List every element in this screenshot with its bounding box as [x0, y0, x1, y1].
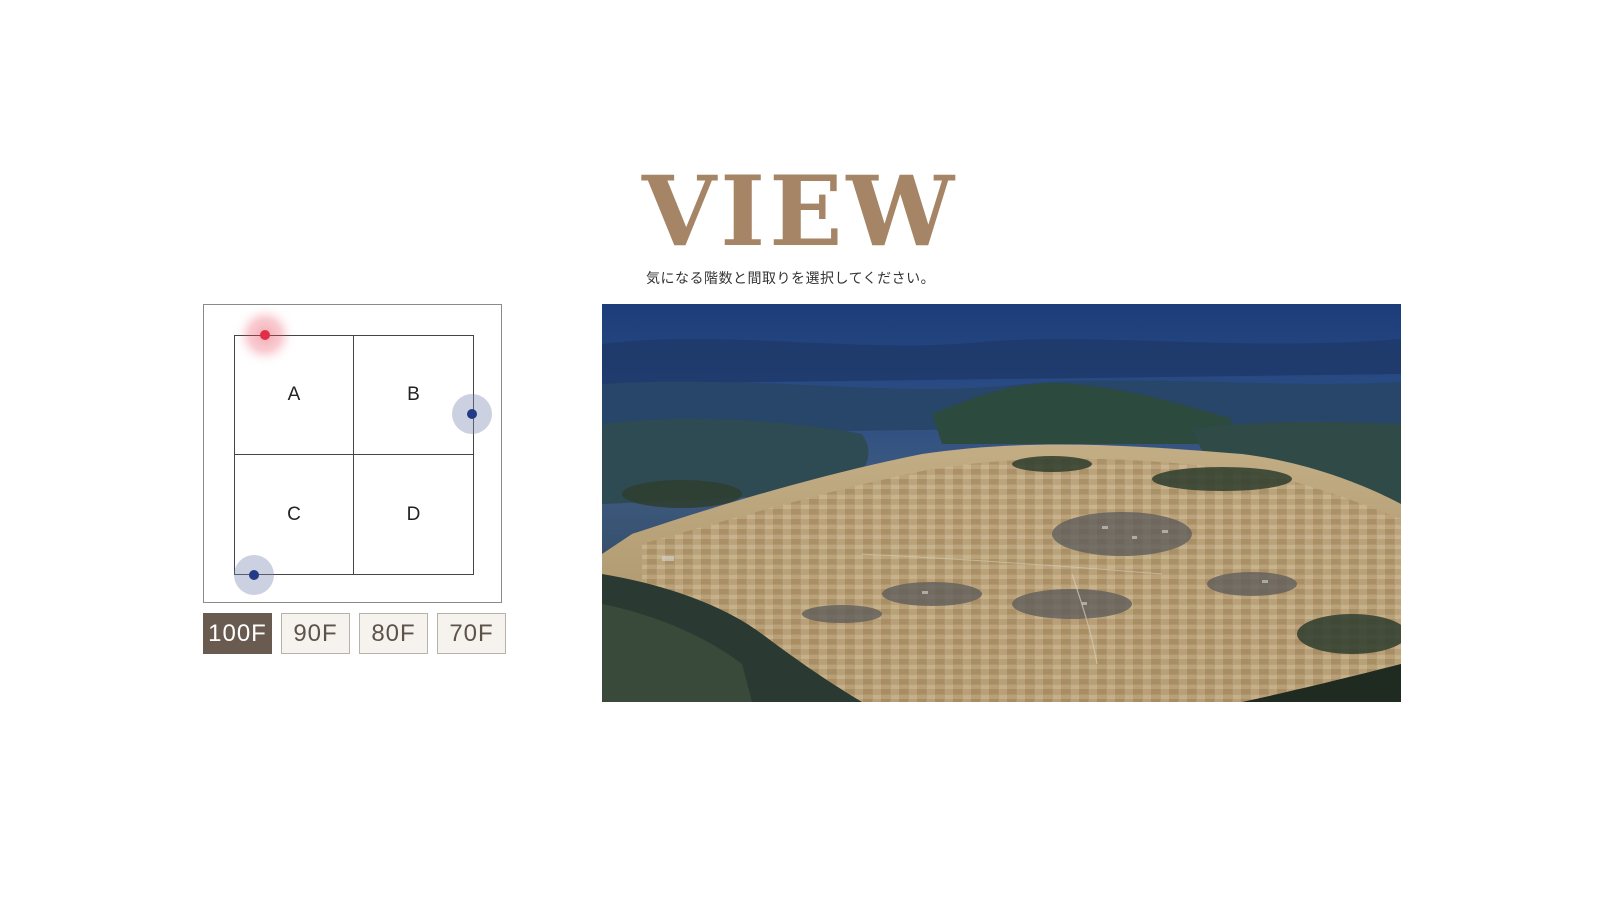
instruction-text: 気になる階数と間取りを選択してください。 — [646, 271, 936, 287]
marker-dot — [467, 409, 477, 419]
floor-plan-grid: A B C D — [234, 335, 474, 575]
unit-d[interactable]: D — [354, 455, 473, 574]
unit-a[interactable]: A — [235, 336, 354, 455]
page-title: VIEW — [641, 155, 959, 269]
marker-dot — [260, 330, 270, 340]
marker-dot — [249, 570, 259, 580]
viewpoint-marker-b[interactable] — [452, 394, 492, 434]
floor-selector: 100F 90F 80F 70F — [203, 613, 506, 654]
viewpoint-marker-active[interactable] — [245, 315, 285, 355]
floor-button-70f[interactable]: 70F — [437, 613, 506, 654]
unit-b[interactable]: B — [354, 336, 473, 455]
floor-button-80f[interactable]: 80F — [359, 613, 428, 654]
floor-button-90f[interactable]: 90F — [281, 613, 350, 654]
view-photo — [602, 304, 1401, 702]
viewpoint-marker-c[interactable] — [234, 555, 274, 595]
floor-button-100f[interactable]: 100F — [203, 613, 272, 654]
floor-plan-panel: A B C D — [203, 304, 502, 603]
